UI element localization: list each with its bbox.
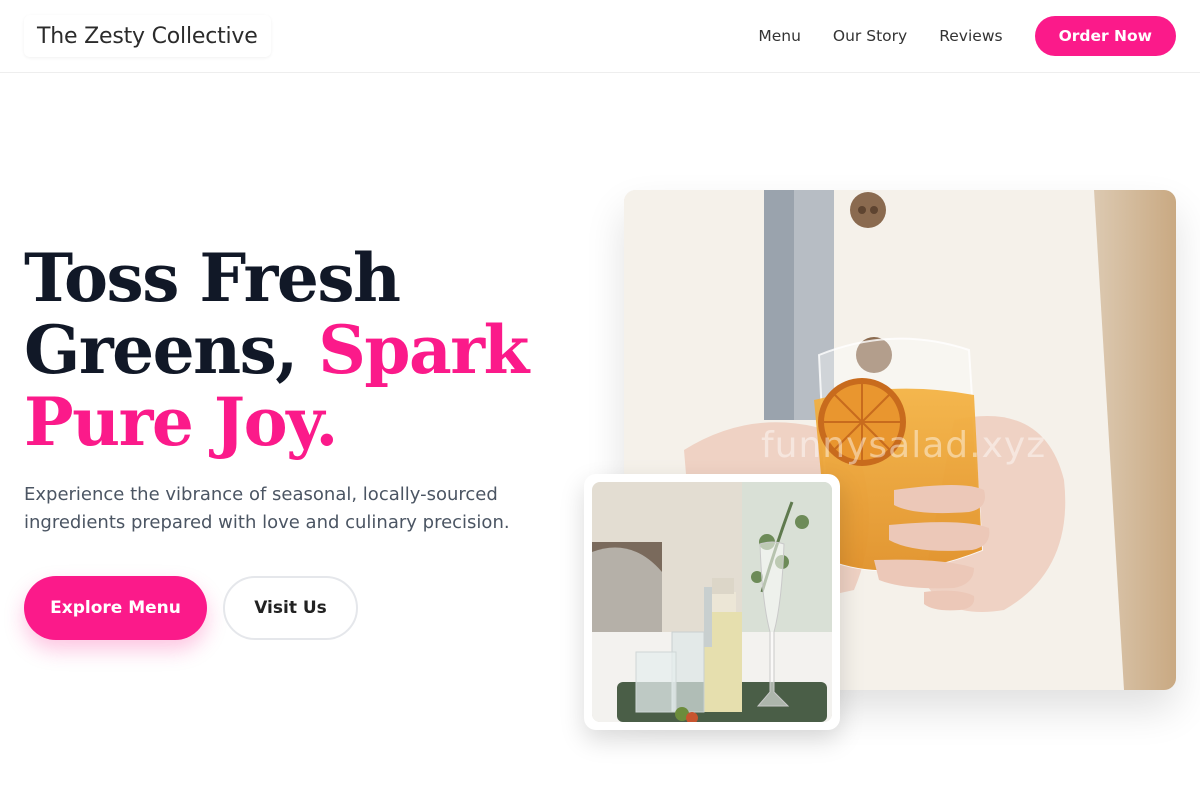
main-nav: Menu Our Story Reviews Order Now — [758, 16, 1176, 56]
hero-subtitle: Experience the vibrance of seasonal, loc… — [24, 484, 510, 533]
site-header: The Zesty Collective Menu Our Story Revi… — [0, 0, 1200, 73]
order-now-button[interactable]: Order Now — [1034, 16, 1176, 56]
hero-title-line1: Toss Fresh — [24, 239, 401, 317]
image-watermark: funnysalad.xyz — [761, 425, 1047, 466]
bottles-photo — [592, 482, 832, 722]
nav-link-reviews[interactable]: Reviews — [939, 27, 1002, 45]
hero-title: Toss Fresh Greens, Spark Pure Joy. — [24, 242, 584, 458]
nav-link-our-story[interactable]: Our Story — [833, 27, 907, 45]
nav-link-menu[interactable]: Menu — [758, 27, 801, 45]
visit-us-button[interactable]: Visit Us — [223, 576, 358, 640]
hero-title-accent-spark: Spark — [318, 311, 529, 389]
hero-title-line2: Greens, — [24, 311, 298, 389]
explore-menu-button[interactable]: Explore Menu — [24, 576, 207, 640]
hero-secondary-image-card — [584, 474, 840, 730]
logo[interactable]: The Zesty Collective — [24, 15, 271, 57]
hero-title-accent-joy: Pure Joy. — [24, 383, 338, 461]
hero-secondary-image — [592, 482, 832, 722]
